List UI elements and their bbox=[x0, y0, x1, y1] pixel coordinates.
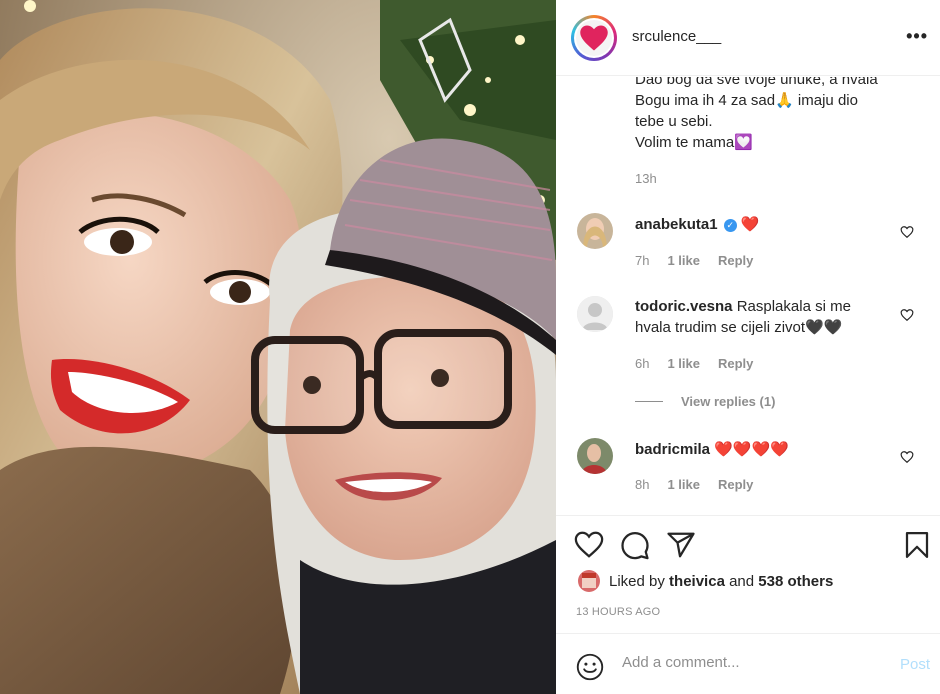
comment-username[interactable]: todoric.vesna bbox=[635, 298, 733, 315]
like-comment-heart-icon[interactable] bbox=[900, 225, 914, 239]
reply-button[interactable]: Reply bbox=[718, 477, 753, 492]
post-header: srculence___ ••• bbox=[556, 0, 940, 76]
comments-list[interactable]: Dao bog da sve tvoje unuke, a hvala Bogu… bbox=[556, 77, 940, 515]
post-photo[interactable] bbox=[0, 0, 556, 694]
like-heart-icon[interactable] bbox=[574, 530, 604, 560]
liker-avatar bbox=[578, 570, 600, 592]
comment-likes[interactable]: 1 like bbox=[667, 477, 700, 492]
commenter-avatar[interactable] bbox=[577, 438, 613, 474]
comment-bubble-icon[interactable] bbox=[620, 530, 650, 560]
liker-username[interactable]: theivica bbox=[669, 573, 725, 590]
comment-time[interactable]: 8h bbox=[635, 477, 649, 492]
verified-badge-icon: ✓ bbox=[723, 218, 737, 232]
view-replies-divider bbox=[635, 401, 663, 402]
comment-time[interactable]: 7h bbox=[635, 253, 649, 268]
post-timestamp[interactable]: 13 HOURS AGO bbox=[576, 606, 660, 618]
likes-and: and bbox=[729, 572, 755, 590]
post-comment-button[interactable]: Post bbox=[900, 656, 930, 673]
comment-likes[interactable]: 1 like bbox=[667, 253, 700, 268]
default-avatar-icon bbox=[577, 296, 613, 332]
comment-input[interactable] bbox=[622, 654, 872, 671]
likes-others[interactable]: 538 others bbox=[758, 573, 833, 590]
likes-summary[interactable]: Liked by theivica and 538 others bbox=[578, 570, 833, 592]
author-avatar[interactable] bbox=[571, 15, 617, 61]
heart-avatar-icon bbox=[580, 25, 608, 51]
caption-timestamp[interactable]: 13h bbox=[635, 171, 657, 186]
post-side-panel: srculence___ ••• Dao bog da sve tvoje un… bbox=[556, 0, 940, 694]
caption: Dao bog da sve tvoje unuke, a hvala Bogu… bbox=[635, 77, 925, 153]
comment-time[interactable]: 6h bbox=[635, 356, 649, 371]
comment-username[interactable]: anabekuta1 bbox=[635, 216, 718, 233]
comment-text: ❤️ bbox=[740, 216, 760, 233]
caption-line: Bogu ima ih 4 za sad🙏 imaju dio bbox=[635, 92, 858, 109]
comment-text-continued: hvala trudim se cijeli zivot🖤🖤 bbox=[635, 319, 843, 336]
emoji-icon[interactable] bbox=[576, 653, 604, 681]
reply-button[interactable]: Reply bbox=[718, 356, 753, 371]
add-comment-bar: Post bbox=[556, 633, 940, 694]
view-replies-label: View replies (1) bbox=[681, 394, 776, 409]
like-comment-heart-icon[interactable] bbox=[900, 450, 914, 464]
caption-line: Volim te mama💟 bbox=[635, 134, 753, 151]
comment-text: Rasplakala si me bbox=[736, 298, 851, 315]
photo-illustration bbox=[0, 0, 556, 694]
more-options-icon[interactable]: ••• bbox=[906, 26, 928, 47]
caption-line: Dao bog da sve tvoje unuke, a hvala bbox=[635, 77, 878, 88]
comment-likes[interactable]: 1 like bbox=[667, 356, 700, 371]
comment-username[interactable]: badricmila bbox=[635, 441, 710, 458]
reply-button[interactable]: Reply bbox=[718, 253, 753, 268]
post-actions-bar bbox=[556, 515, 940, 575]
comment-text: ❤️❤️❤️❤️ bbox=[714, 441, 789, 458]
share-plane-icon[interactable] bbox=[666, 530, 696, 560]
like-comment-heart-icon[interactable] bbox=[900, 308, 914, 322]
commenter-avatar[interactable] bbox=[577, 296, 613, 332]
commenter-avatar[interactable] bbox=[577, 213, 613, 249]
author-username[interactable]: srculence___ bbox=[632, 28, 721, 45]
caption-line: tebe u sebi. bbox=[635, 113, 713, 130]
likes-prefix: Liked by bbox=[609, 572, 665, 590]
view-replies-button[interactable]: View replies (1) bbox=[635, 394, 775, 409]
save-bookmark-icon[interactable] bbox=[902, 530, 932, 560]
